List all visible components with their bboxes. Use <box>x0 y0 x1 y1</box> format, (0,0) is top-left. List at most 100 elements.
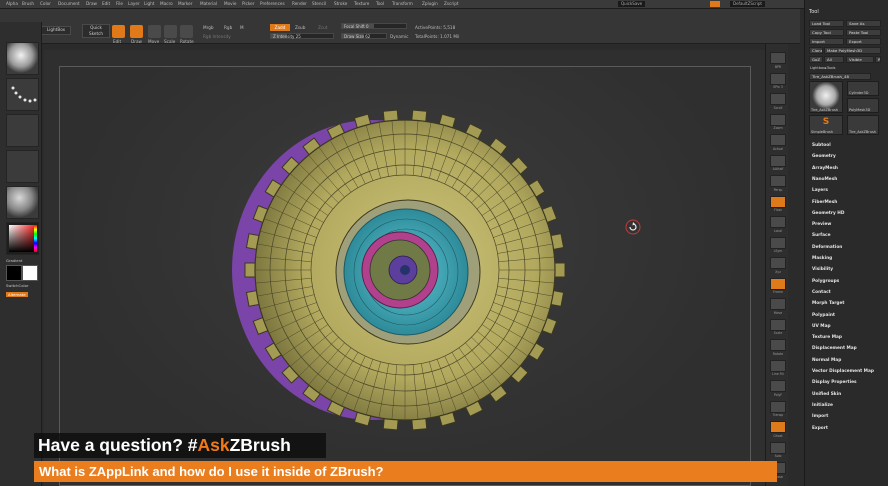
alpha-thumbnail[interactable] <box>6 114 39 147</box>
subpalette-item[interactable]: Display Properties <box>812 380 857 385</box>
tool-button[interactable]: Make PolyMesh3D <box>824 47 881 54</box>
menu-color[interactable]: Color <box>40 1 51 6</box>
subpalette-item[interactable]: Geometry <box>812 154 836 159</box>
switch-color-button[interactable]: SwitchColor <box>6 283 28 288</box>
right-shelf-button[interactable] <box>770 400 786 413</box>
right-shelf-button[interactable] <box>770 298 786 310</box>
menu-render[interactable]: Render <box>292 1 307 6</box>
right-shelf-button[interactable] <box>770 380 786 392</box>
menu-edit[interactable]: Edit <box>102 1 110 6</box>
subpalette-item[interactable]: Surface <box>812 233 831 238</box>
subpalette-item[interactable]: NanoMesh <box>812 177 837 182</box>
zsub-button[interactable]: Zsub <box>295 25 305 30</box>
tool-button[interactable]: Paste Tool <box>846 29 881 36</box>
menu-transform[interactable]: Transform <box>392 1 413 6</box>
subpalette-item[interactable]: FiberMesh <box>812 200 837 205</box>
default-zscript-button[interactable]: DefaultZScript <box>730 1 765 7</box>
subpalette-item[interactable]: Contact <box>812 290 831 295</box>
right-shelf-button[interactable] <box>770 134 786 146</box>
scale-icon[interactable] <box>164 25 177 38</box>
tool-button[interactable]: Export <box>846 38 881 45</box>
z-intensity-slider[interactable]: Z Intensity 25 <box>270 33 334 39</box>
texture-thumbnail[interactable] <box>6 150 39 183</box>
right-shelf-button[interactable] <box>770 93 786 105</box>
tool-button[interactable]: Clone <box>809 47 823 54</box>
menu-zscript[interactable]: Zscript <box>444 1 459 6</box>
subpalette-item[interactable]: Visibility <box>812 267 833 272</box>
subpalette-item[interactable]: Preview <box>812 222 831 227</box>
subpalette-item[interactable]: UV Map <box>812 324 831 329</box>
subpalette-item[interactable]: Masking <box>812 256 832 261</box>
subpalette-item[interactable]: Export <box>812 426 828 431</box>
rgb-intensity-slider[interactable]: Rgb Intensity <box>203 34 231 39</box>
zcut-button[interactable]: Zcut <box>318 25 327 30</box>
rgb-button[interactable]: Rgb <box>224 25 232 30</box>
menu-layer[interactable]: Layer <box>128 1 140 6</box>
dynamic-button[interactable]: Dynamic <box>390 34 408 39</box>
right-shelf-button[interactable] <box>770 113 786 126</box>
hue-strip[interactable] <box>34 225 37 252</box>
menu-brush[interactable]: Brush <box>22 1 34 6</box>
subpalette-item[interactable]: Unified Skin <box>812 392 841 397</box>
brush-thumbnail[interactable] <box>6 42 39 75</box>
subpalette-item[interactable]: Polypaint <box>812 313 835 318</box>
menu-light[interactable]: Light <box>144 1 154 6</box>
edit-icon[interactable] <box>112 25 125 38</box>
menu-marker[interactable]: Marker <box>178 1 192 6</box>
lightbox-button[interactable]: LightBox <box>41 26 71 35</box>
menu-material[interactable]: Material <box>200 1 217 6</box>
stroke-thumbnail[interactable] <box>6 78 39 111</box>
menu-tool[interactable]: Tool <box>376 1 384 6</box>
draw-size-slider[interactable]: Draw Size 62 <box>341 33 387 39</box>
tool-button[interactable]: Import <box>809 38 844 45</box>
move-icon[interactable] <box>148 25 161 38</box>
subpalette-item[interactable]: Subtool <box>812 143 831 148</box>
subpalette-item[interactable]: Displacement Map <box>812 346 857 351</box>
secondary-color-swatch[interactable] <box>6 265 22 281</box>
menu-document[interactable]: Document <box>58 1 80 6</box>
draw-icon[interactable] <box>130 25 143 38</box>
tool-button[interactable]: All <box>824 56 844 63</box>
right-shelf-button[interactable] <box>770 359 786 372</box>
tool-button[interactable]: GoZ <box>809 56 823 63</box>
rotate-icon[interactable] <box>180 25 193 38</box>
tool-button[interactable]: Copy Tool <box>809 29 844 36</box>
right-shelf-button[interactable] <box>770 421 786 433</box>
subpalette-item[interactable]: ArrayMesh <box>812 166 838 171</box>
menu-stencil[interactable]: Stencil <box>312 1 326 6</box>
tool-button[interactable]: Load Tool <box>809 20 844 27</box>
main-color-swatch[interactable] <box>22 265 38 281</box>
right-shelf-button[interactable] <box>770 339 786 351</box>
menu-movie[interactable]: Movie <box>224 1 236 6</box>
lightbox-tools-label[interactable]: Lightbox▸Tools <box>810 66 835 70</box>
subpalette-item[interactable]: Polygroups <box>812 279 839 284</box>
color-picker[interactable] <box>6 222 39 255</box>
right-shelf-button[interactable] <box>770 72 786 85</box>
tool-button[interactable]: Save As <box>846 20 881 27</box>
right-shelf-button[interactable] <box>770 175 786 187</box>
alternate-button[interactable]: Alternate <box>6 292 28 297</box>
quicksave-button[interactable]: QuickSave <box>618 1 646 7</box>
right-shelf-button[interactable] <box>770 154 786 167</box>
right-shelf-button[interactable] <box>770 441 786 454</box>
mrgb-button[interactable]: Mrgb <box>203 25 214 30</box>
right-shelf-button[interactable] <box>770 52 786 64</box>
subpalette-item[interactable]: Initialize <box>812 403 833 408</box>
subpalette-item[interactable]: Morph Target <box>812 301 844 306</box>
right-shelf-button[interactable] <box>770 195 786 208</box>
subpalette-item[interactable]: Vector Displacement Map <box>812 369 874 374</box>
menu-zplugin[interactable]: Zplugin <box>422 1 438 6</box>
m-button[interactable]: M <box>240 25 244 30</box>
subpalette-item[interactable]: Normal Map <box>812 358 841 363</box>
zadd-button[interactable]: Zadd <box>270 24 290 31</box>
quick-sketch-button[interactable]: Quick Sketch <box>82 24 110 38</box>
menu-macro[interactable]: Macro <box>160 1 173 6</box>
tool-button[interactable]: Visible <box>846 56 874 63</box>
tool-button[interactable]: R <box>875 56 881 63</box>
menu-stroke[interactable]: Stroke <box>334 1 347 6</box>
menu-file[interactable]: File <box>116 1 123 6</box>
menu-preferences[interactable]: Preferences <box>260 1 285 6</box>
focal-shift-slider[interactable]: Focal Shift 0 <box>341 23 407 29</box>
material-thumbnail[interactable] <box>6 186 39 219</box>
right-shelf-button[interactable] <box>770 318 786 331</box>
